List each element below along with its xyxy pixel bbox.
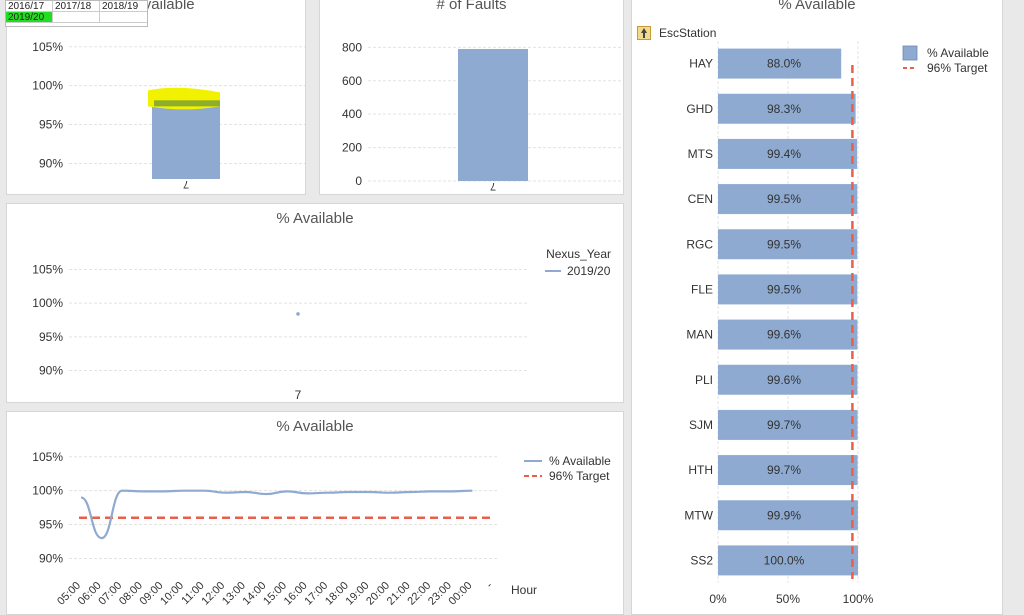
data-label: 99.5% xyxy=(767,192,801,206)
category-label: MTW xyxy=(684,508,713,522)
year-empty-cell xyxy=(100,12,147,23)
year-option[interactable]: 2018/19 xyxy=(100,1,147,12)
x-axis-title: Hour xyxy=(511,583,537,597)
x-tick-label: 100% xyxy=(843,592,874,606)
panel-station-available: % Available 0% 50% 100% HAY 88.0% GHD 98.3% MTS… xyxy=(631,0,1003,615)
y-tick-label: 400 xyxy=(342,107,362,121)
x-tick-label: 10:00 xyxy=(158,580,186,608)
legend-label: % Available xyxy=(549,454,611,468)
panel-middle-available: % Available 90% 95% 100% 105% 7 Nexus_Year 201… xyxy=(6,203,624,403)
category-label: MAN xyxy=(686,328,713,342)
chart-middle-available: 90% 95% 100% 105% 7 Nexus_Year 2019/20 xyxy=(32,247,611,402)
category-label: GHD xyxy=(686,102,713,116)
panel-faults: # of Faults 0 200 400 600 800 7 xyxy=(319,0,624,195)
category-label: RGC xyxy=(686,237,713,251)
year-option[interactable]: 2017/18 xyxy=(53,1,100,12)
series-line xyxy=(80,489,473,540)
y-tick-label: 105% xyxy=(32,450,63,464)
y-tick-label: 200 xyxy=(342,141,362,155)
data-label: 99.7% xyxy=(767,463,801,477)
y-tick-label: 95% xyxy=(39,518,63,532)
data-label: 98.3% xyxy=(767,102,801,116)
y-tick-label: 0 xyxy=(355,174,362,188)
panel-top-available: % Available 90% 95% 100% 105% 7 xyxy=(6,0,306,195)
data-label: 99.5% xyxy=(767,282,801,296)
category-label: PLI xyxy=(695,373,713,387)
data-point xyxy=(296,312,300,316)
dimension-label: EscStation xyxy=(659,26,717,40)
bar xyxy=(152,104,220,179)
y-tick-label: 105% xyxy=(32,40,63,54)
data-label: 99.6% xyxy=(767,328,801,342)
y-tick-label: 90% xyxy=(39,364,63,378)
y-tick-label: 95% xyxy=(39,330,63,344)
legend-title: Nexus_Year xyxy=(546,247,611,261)
legend-label: 96% Target xyxy=(927,61,988,75)
year-option-selected[interactable]: 2019/20 xyxy=(6,12,53,23)
legend-label: % Available xyxy=(927,46,989,60)
category-label: MTS xyxy=(688,147,713,161)
year-option[interactable]: 2016/17 xyxy=(6,1,53,12)
y-tick-label: 90% xyxy=(39,551,63,565)
x-tick-label: 00:00 xyxy=(447,580,475,608)
legend-swatch xyxy=(902,45,918,61)
x-tick-label: 7 xyxy=(295,388,302,402)
data-label: 99.6% xyxy=(767,373,801,387)
y-tick-label: 100% xyxy=(32,484,63,498)
y-tick-label: 800 xyxy=(342,40,362,54)
panel-hourly-available: % Available 90% 95% 100% 105% 05:00 06:00 07:0… xyxy=(6,411,624,615)
data-label: 99.7% xyxy=(767,418,801,432)
x-tick-label: 7 xyxy=(183,178,189,190)
year-selector[interactable]: 2016/17 2017/18 2018/19 2019/20 xyxy=(5,0,148,27)
bar xyxy=(458,49,528,181)
x-tick-label: 0% xyxy=(709,592,727,606)
category-label: HAY xyxy=(689,57,713,71)
y-tick-label: 100% xyxy=(32,296,63,310)
chart-station-available: 0% 50% 100% HAY 88.0% GHD 98.3% MTS 99.4% CEN 99.5… xyxy=(684,41,989,606)
x-tick-label: 50% xyxy=(776,592,800,606)
chart-top-available: 90% 95% 100% 105% 7 xyxy=(32,40,305,190)
y-tick-label: 600 xyxy=(342,74,362,88)
y-tick-label: 95% xyxy=(39,118,63,132)
x-tick-label: - xyxy=(484,579,495,590)
category-label: SS2 xyxy=(690,553,713,567)
y-tick-label: 90% xyxy=(39,156,63,170)
legend-label: 96% Target xyxy=(549,469,610,483)
year-empty-cell xyxy=(53,12,100,23)
data-label: 99.5% xyxy=(767,237,801,251)
y-tick-label: 100% xyxy=(32,79,63,93)
data-label: 88.0% xyxy=(767,57,801,71)
highlight-annotation xyxy=(154,100,220,107)
category-label: HTH xyxy=(688,463,713,477)
chart-faults: 0 200 400 600 800 7 xyxy=(342,40,623,192)
data-label: 100.0% xyxy=(764,553,805,567)
drill-up-icon[interactable] xyxy=(637,26,651,40)
category-label: SJM xyxy=(689,418,713,432)
category-label: CEN xyxy=(688,192,713,206)
legend-label: 2019/20 xyxy=(567,264,611,278)
category-label: FLE xyxy=(691,282,713,296)
chart-hourly-available: 90%95%100%105%05:0006:0007:0008:0009:001… xyxy=(32,450,611,608)
data-label: 99.4% xyxy=(767,147,801,161)
x-tick-label: 7 xyxy=(490,180,496,192)
y-tick-label: 105% xyxy=(32,262,63,276)
data-label: 99.9% xyxy=(767,508,801,522)
